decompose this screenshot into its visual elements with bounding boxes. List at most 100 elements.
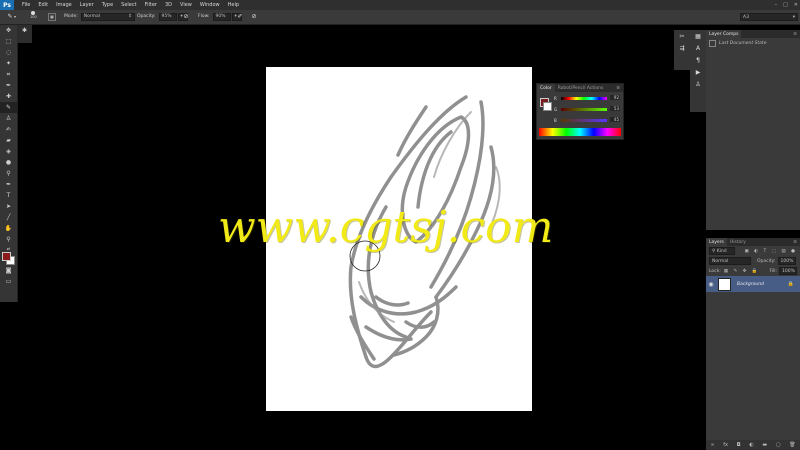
type-tool[interactable]: T (0, 190, 17, 201)
brush-panel-toggle[interactable]: ▦ (48, 12, 56, 21)
layer-comp-item[interactable]: Last Document State (706, 38, 800, 48)
fx-icon[interactable]: fx (723, 442, 728, 448)
pen-pressure-icon: ⊘ (183, 12, 189, 20)
panel-collapse-strip[interactable]: ✱ (17, 25, 32, 43)
scissors-icon: ✂ (679, 32, 685, 40)
panel-menu-icon[interactable]: ≡ (616, 86, 623, 91)
marquee-tool[interactable]: ⬚ (0, 36, 17, 47)
quick-select-tool[interactable]: ✦ (0, 58, 17, 69)
blur-tool[interactable]: ● (0, 157, 17, 168)
flow-input[interactable]: 90% (212, 12, 231, 21)
menu-file[interactable]: File (18, 2, 34, 8)
menu-filter[interactable]: Filter (141, 2, 161, 8)
layer-row-background[interactable]: ◉ Background 🔒 (706, 276, 800, 292)
path-select-tool[interactable]: ➤ (0, 201, 17, 212)
move-tool[interactable]: ✥ (0, 25, 17, 36)
brush-tool[interactable]: ✎ (0, 102, 17, 113)
hand-tool[interactable]: ✋ (0, 223, 17, 234)
g-value[interactable]: 53 (610, 106, 620, 111)
dodge-tool[interactable]: ⚲ (0, 168, 17, 179)
tab-layers[interactable]: Layers (706, 238, 727, 246)
pressure-opacity-toggle[interactable]: ⊘ (182, 12, 190, 21)
bandage-icon: ✚ (5, 93, 12, 100)
character-panel-button[interactable]: A (690, 42, 706, 54)
trash-icon[interactable]: 🗑 (789, 442, 795, 448)
tool-preset-picker[interactable]: ✎ ▾ (6, 12, 16, 21)
foreground-color-swatch[interactable] (2, 252, 11, 261)
airbrush-toggle[interactable]: ✐ (236, 12, 244, 21)
brush-icon: ✎ (5, 104, 12, 111)
filter-icons[interactable]: ▣ ◐ T ⬚ ▤ ● (744, 249, 800, 254)
close-button[interactable]: ✕ (794, 2, 798, 8)
zoom-tool[interactable]: ⚲ (0, 234, 17, 245)
tab-robot-pencil-actions[interactable]: Robot/Pencil Actions (555, 84, 607, 92)
kind-filter-select[interactable]: ⚲ Kind (709, 247, 735, 255)
pen-tool[interactable]: ✒ (0, 179, 17, 190)
menu-layer[interactable]: Layer (76, 2, 98, 8)
new-layer-icon[interactable]: ▢ (776, 442, 781, 448)
menu-view[interactable]: View (176, 2, 196, 8)
tab-layer-comps[interactable]: Layer Comps (706, 30, 742, 38)
eyedropper-tool[interactable]: ✒ (0, 80, 17, 91)
folder-icon[interactable]: ▬ (762, 442, 767, 448)
restore-button[interactable]: □ (783, 2, 788, 8)
b-slider[interactable] (561, 119, 607, 122)
tool-presets-panel-button[interactable]: ✂ (674, 30, 690, 42)
color-ramp[interactable] (539, 128, 621, 136)
layers-panel: Layers History ≡ ⚲ Kind ▣ ◐ T ⬚ ▤ ● Norm… (706, 238, 800, 450)
eraser-tool[interactable]: ▰ (0, 135, 17, 146)
panel-menu-icon[interactable]: ≡ (793, 240, 800, 245)
minimize-button[interactable]: – (775, 2, 778, 8)
tab-color[interactable]: Color (537, 84, 555, 92)
quick-mask-button[interactable]: ◙ (0, 265, 17, 276)
panel-menu-icon[interactable]: ≡ (793, 32, 800, 37)
lasso-tool[interactable]: ◌ (0, 47, 17, 58)
tool-options-panel-button[interactable]: ♙ (690, 78, 706, 90)
r-value[interactable]: 92 (610, 95, 620, 100)
opacity-input[interactable]: 95% (158, 12, 177, 21)
adjustment-icon[interactable]: ◐ (749, 442, 753, 448)
screen-mode-button[interactable]: ▭ (0, 276, 17, 287)
mode-select[interactable]: Normal ⇕ (80, 12, 135, 21)
clone-stamp-tool[interactable]: ♙ (0, 113, 17, 124)
layer-comps-tabs: Layer Comps ≡ (706, 30, 800, 38)
actions-panel-button[interactable]: ▶ (690, 66, 706, 78)
link-icon[interactable]: ∞ (710, 442, 714, 448)
mask-icon[interactable]: ◘ (737, 442, 741, 448)
paint-bucket-tool[interactable]: ◈ (0, 146, 17, 157)
menu-help[interactable]: Help (224, 2, 243, 8)
color-swatches[interactable] (0, 251, 17, 265)
paragraph-panel-button[interactable]: ¶ (690, 54, 706, 66)
pressure-size-toggle[interactable]: ⊘ (250, 12, 258, 21)
panel-icons-column-1: ✂ ⇶ (674, 30, 690, 70)
character-icon: A (695, 44, 701, 52)
brush-presets-icon: ⇶ (679, 44, 685, 52)
swatches-panel-button[interactable]: ▦ (690, 30, 706, 42)
b-value[interactable]: 45 (610, 117, 620, 122)
brush-size-picker[interactable]: 100 (30, 11, 37, 20)
menu-type[interactable]: Type (98, 2, 117, 8)
shape-tool[interactable]: ╱ (0, 212, 17, 223)
bg-color-swatch[interactable] (543, 102, 552, 111)
menu-edit[interactable]: Edit (34, 2, 52, 8)
history-brush-tool[interactable]: ✍ (0, 124, 17, 135)
g-slider[interactable] (561, 108, 607, 111)
flow-control: Flow: 90% ▾ (198, 12, 242, 21)
brush-presets-panel-button[interactable]: ⇶ (674, 42, 690, 54)
tab-history[interactable]: History (727, 238, 749, 246)
eye-icon[interactable]: ◉ (706, 281, 716, 288)
lock-icon: 🔒 (787, 281, 794, 287)
layer-opacity-input[interactable]: 100% (777, 257, 796, 265)
menu-window[interactable]: Window (196, 2, 224, 8)
fill-input[interactable]: 100% (779, 267, 797, 275)
crop-tool[interactable]: ⌗ (0, 69, 17, 80)
lock-icons[interactable]: ▦ ✎ ✥ 🔒 (724, 269, 760, 274)
blend-mode-select[interactable]: Normal (709, 257, 751, 265)
menu-image[interactable]: Image (52, 2, 76, 8)
healing-tool[interactable]: ✚ (0, 91, 17, 102)
menu-select[interactable]: Select (117, 2, 140, 8)
menu-3d[interactable]: 3D (161, 2, 176, 8)
lock-fill-row: Lock: ▦ ✎ ✥ 🔒 Fill: 100% (706, 266, 800, 276)
r-slider[interactable] (561, 97, 607, 100)
workspace-select[interactable]: A3 ▾ (740, 13, 798, 21)
